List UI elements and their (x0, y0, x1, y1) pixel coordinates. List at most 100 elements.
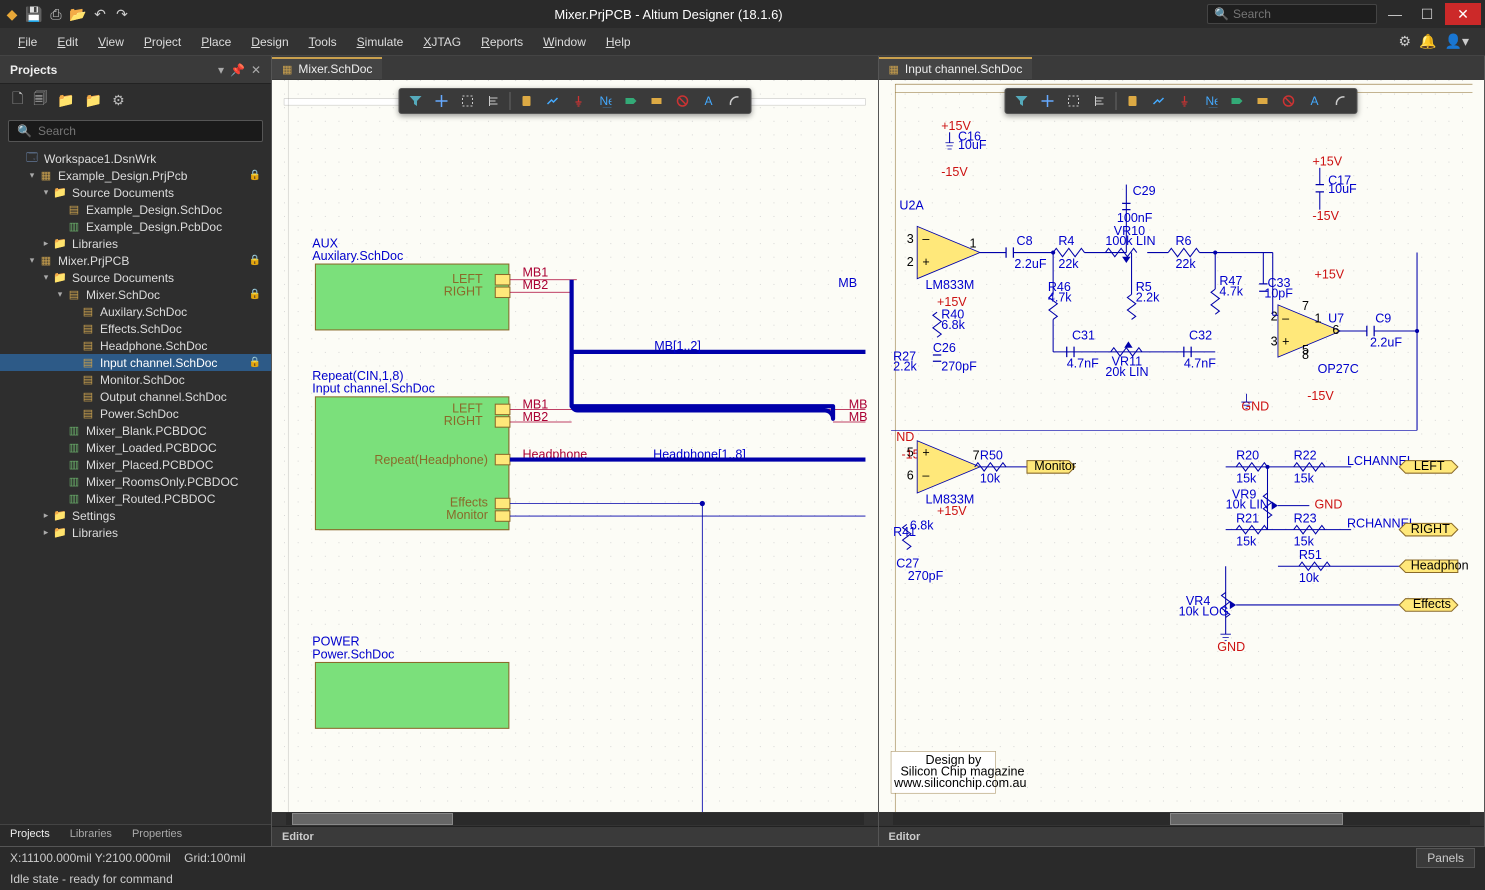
place-wire-icon[interactable] (1147, 91, 1171, 111)
undo-icon[interactable]: ↶ (92, 6, 108, 22)
notifications-icon[interactable]: 🔔 (1419, 33, 1436, 50)
tree-item[interactable]: ▸📁Libraries (0, 524, 271, 541)
minimize-button[interactable]: — (1381, 3, 1409, 25)
place-arc-icon[interactable] (722, 91, 746, 111)
place-part-icon[interactable] (514, 91, 538, 111)
align-icon[interactable] (481, 91, 505, 111)
expander-icon[interactable]: ▸ (40, 238, 52, 249)
schematic-canvas-right[interactable]: N͟et A (879, 80, 1485, 812)
panel-dropdown-icon[interactable]: ▾ (218, 63, 224, 77)
tree-item[interactable]: ▸📁Settings (0, 507, 271, 524)
place-arc-icon[interactable] (1329, 91, 1353, 111)
new-file-icon[interactable]: 🗋 (12, 88, 23, 112)
panel-tab-libraries[interactable]: Libraries (60, 825, 122, 846)
menu-xjtag[interactable]: XJTAG (413, 31, 471, 53)
horizontal-scrollbar[interactable] (879, 812, 1485, 826)
compile-icon[interactable]: 🗐 (33, 88, 47, 112)
tree-item[interactable]: ▤Example_Design.SchDoc (0, 201, 271, 218)
tree-item[interactable]: ▾📁Source Documents (0, 269, 271, 286)
place-netlabel-icon[interactable]: N͟et (1199, 91, 1223, 111)
menu-simulate[interactable]: Simulate (347, 31, 414, 53)
place-sheet-icon[interactable] (644, 91, 668, 111)
tree-item[interactable]: ▾▦Example_Design.PrjPcb🔒 (0, 167, 271, 184)
tree-item[interactable]: ▾📁Source Documents (0, 184, 271, 201)
place-port-icon[interactable] (618, 91, 642, 111)
select-icon[interactable] (455, 91, 479, 111)
tree-item[interactable]: ▥Mixer_RoomsOnly.PCBDOC (0, 473, 271, 490)
menu-view[interactable]: View (88, 31, 134, 53)
close-button[interactable]: ✕ (1445, 3, 1481, 25)
folder-icon[interactable]: 📁 (57, 92, 74, 109)
place-port-icon[interactable] (1225, 91, 1249, 111)
redo-icon[interactable]: ↷ (114, 6, 130, 22)
tree-item[interactable]: ▥Mixer_Loaded.PCBDOC (0, 439, 271, 456)
panel-pin-icon[interactable]: 📌 (230, 63, 245, 77)
expander-icon[interactable]: ▾ (26, 255, 38, 266)
tree-item[interactable]: ▸📁Libraries (0, 235, 271, 252)
print-icon[interactable]: ⎙ (48, 6, 64, 22)
expander-icon[interactable]: ▸ (40, 510, 52, 521)
tree-item[interactable]: ▥Mixer_Placed.PCBDOC (0, 456, 271, 473)
tree-item[interactable]: ▥Example_Design.PcbDoc (0, 218, 271, 235)
place-noerc-icon[interactable] (670, 91, 694, 111)
tree-item[interactable]: ▤Effects.SchDoc (0, 320, 271, 337)
menu-file[interactable]: File (8, 31, 47, 53)
expander-icon[interactable]: ▾ (40, 272, 52, 283)
place-power-icon[interactable] (1173, 91, 1197, 111)
select-icon[interactable] (1062, 91, 1086, 111)
tree-item[interactable]: ▤Input channel.SchDoc🔒 (0, 354, 271, 371)
horizontal-scrollbar[interactable] (272, 812, 878, 826)
menu-place[interactable]: Place (191, 31, 241, 53)
tree-item[interactable]: ▤Monitor.SchDoc (0, 371, 271, 388)
settings-icon[interactable]: ⚙ (1399, 33, 1412, 50)
filter-icon[interactable] (1010, 91, 1034, 111)
panel-close-icon[interactable]: ✕ (251, 63, 261, 77)
panel-tab-properties[interactable]: Properties (122, 825, 192, 846)
menu-design[interactable]: Design (241, 31, 298, 53)
global-search-input[interactable] (1233, 7, 1370, 21)
place-text-icon[interactable]: A (696, 91, 720, 111)
open-icon[interactable]: 📂 (70, 6, 86, 22)
place-part-icon[interactable] (1121, 91, 1145, 111)
tree-item[interactable]: ▥Mixer_Blank.PCBDOC (0, 422, 271, 439)
align-icon[interactable] (1088, 91, 1112, 111)
menu-edit[interactable]: Edit (47, 31, 88, 53)
projects-search[interactable]: 🔍 (8, 120, 263, 142)
editor-tab-mixer[interactable]: ▦ Mixer.SchDoc (272, 57, 382, 79)
expander-icon[interactable]: ▸ (40, 527, 52, 538)
gear-icon[interactable]: ⚙ (112, 92, 125, 109)
expander-icon[interactable]: ▾ (26, 170, 38, 181)
schematic-canvas-left[interactable]: N͟et A (272, 80, 878, 812)
tree-item[interactable]: ▤Headphone.SchDoc (0, 337, 271, 354)
expander-icon[interactable]: ▾ (40, 187, 52, 198)
panel-tab-projects[interactable]: Projects (0, 825, 60, 846)
menu-project[interactable]: Project (134, 31, 191, 53)
tree-item[interactable]: ▤Output channel.SchDoc (0, 388, 271, 405)
folder-add-icon[interactable]: 📁 (85, 92, 102, 109)
menu-help[interactable]: Help (596, 31, 641, 53)
place-wire-icon[interactable] (540, 91, 564, 111)
tree-item[interactable]: ▤Power.SchDoc (0, 405, 271, 422)
panels-button[interactable]: Panels (1416, 848, 1475, 868)
maximize-button[interactable]: ☐ (1413, 3, 1441, 25)
menu-reports[interactable]: Reports (471, 31, 533, 53)
place-noerc-icon[interactable] (1277, 91, 1301, 111)
tree-item[interactable]: ▥Mixer_Routed.PCBDOC (0, 490, 271, 507)
tree-item[interactable]: 🗔Workspace1.DsnWrk (0, 150, 271, 167)
tree-item[interactable]: ▾▦Mixer.PrjPCB🔒 (0, 252, 271, 269)
crosshair-icon[interactable] (429, 91, 453, 111)
tree-item[interactable]: ▾▤Mixer.SchDoc🔒 (0, 286, 271, 303)
place-text-icon[interactable]: A (1303, 91, 1327, 111)
place-netlabel-icon[interactable]: N͟et (592, 91, 616, 111)
editor-tab-inputchannel[interactable]: ▦ Input channel.SchDoc (879, 57, 1033, 79)
place-power-icon[interactable] (566, 91, 590, 111)
crosshair-icon[interactable] (1036, 91, 1060, 111)
global-search[interactable]: 🔍 (1207, 4, 1377, 24)
expander-icon[interactable]: ▾ (54, 289, 66, 300)
user-icon[interactable]: 👤▾ (1445, 33, 1469, 50)
save-icon[interactable]: 💾 (26, 6, 42, 22)
place-sheet-icon[interactable] (1251, 91, 1275, 111)
menu-window[interactable]: Window (533, 31, 596, 53)
projects-search-input[interactable] (38, 124, 254, 138)
project-tree[interactable]: 🗔Workspace1.DsnWrk▾▦Example_Design.PrjPc… (0, 146, 271, 824)
